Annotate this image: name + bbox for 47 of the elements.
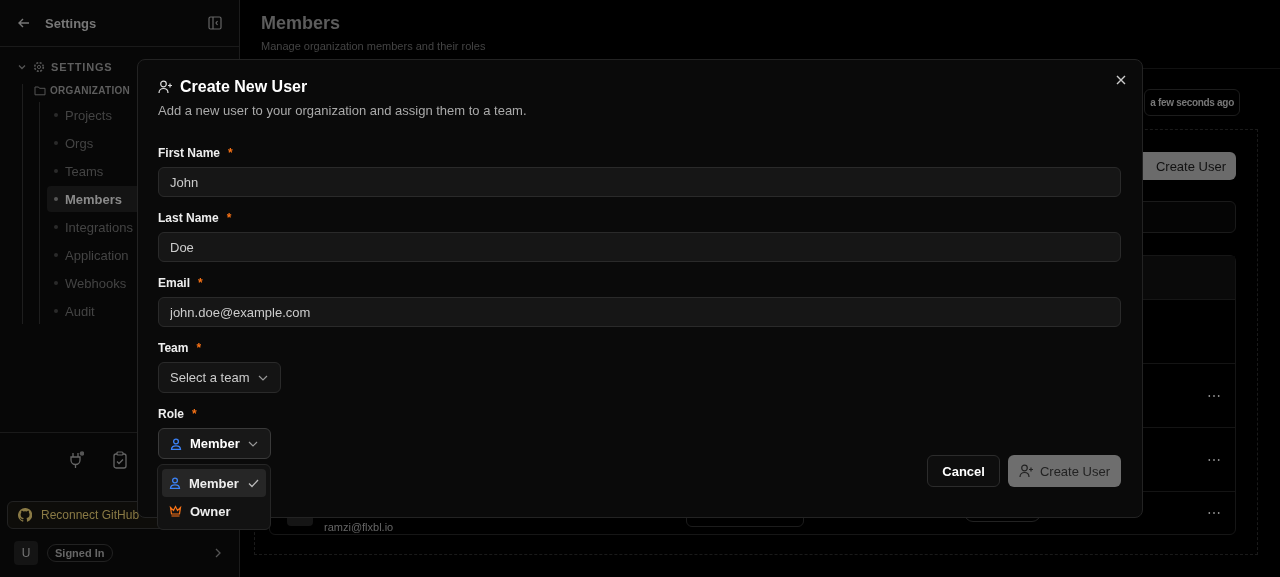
text-input[interactable]: john.doe@example.com [158, 297, 1121, 327]
page-subtitle: Manage organization members and their roles [261, 40, 487, 52]
crown-icon [169, 505, 182, 517]
chevron-right-icon[interactable] [214, 547, 222, 559]
field-label: Role [158, 407, 184, 421]
sidebar-toggle-icon[interactable] [208, 16, 222, 30]
clipboard-check-icon[interactable] [112, 451, 128, 469]
more-options-button[interactable]: ⋯ [1207, 387, 1221, 404]
user-plus-icon [158, 80, 173, 94]
github-icon [18, 508, 32, 522]
field-label: First Name [158, 146, 221, 160]
tree-section[interactable]: SETTINGS [17, 60, 239, 74]
required-asterisk: * [192, 407, 197, 421]
chevron-down-icon [247, 440, 258, 447]
required-asterisk: * [196, 341, 202, 355]
required-asterisk: * [198, 276, 203, 290]
plug-icon[interactable] [68, 451, 84, 469]
required-asterisk: * [226, 211, 232, 225]
more-options-button[interactable]: ⋯ [1207, 505, 1221, 521]
person-icon [169, 477, 181, 489]
chevron-down-icon [257, 374, 268, 381]
dialog-description: Add a new user to your organization and assign them to a team. [158, 103, 528, 118]
more-options-button[interactable]: ⋯ [1207, 451, 1221, 468]
cancel-button[interactable]: Cancel [927, 455, 1000, 487]
check-icon [248, 478, 259, 488]
text-input[interactable]: Doe [158, 232, 1121, 262]
user-avatar: U [14, 541, 38, 565]
field-label: Email [158, 276, 190, 290]
role-option[interactable]: Member [162, 469, 266, 497]
chevron-icon [17, 62, 27, 72]
back-arrow-icon[interactable] [17, 16, 31, 30]
member-email: ramzi@flxbl.io [324, 521, 394, 533]
required-asterisk: * [228, 146, 233, 160]
folder-icon [34, 84, 46, 96]
sidebar-title: Settings [45, 15, 98, 31]
field-label: Last Name [158, 211, 219, 225]
text-input[interactable]: John [158, 167, 1121, 197]
gear-icon [33, 61, 45, 73]
role-select[interactable]: Member [158, 428, 271, 459]
team-select[interactable]: Select a team [158, 362, 281, 393]
field-label: Team [158, 341, 189, 355]
user-plus-icon [1018, 464, 1034, 478]
updated-badge: a few seconds ago [1144, 89, 1240, 116]
page-title: Members [261, 13, 342, 34]
dialog-title: Create New User [180, 78, 308, 96]
person-icon [170, 437, 182, 450]
close-icon[interactable] [1116, 75, 1126, 85]
